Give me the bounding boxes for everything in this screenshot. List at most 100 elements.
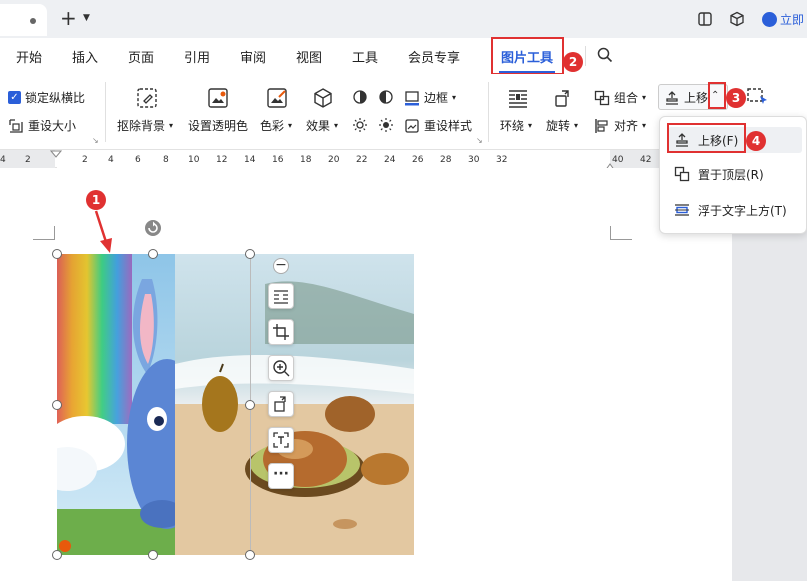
annotation-box-bring-forward xyxy=(667,123,746,153)
resize-icon xyxy=(9,118,23,133)
contrast-reduce-icon[interactable] xyxy=(378,89,394,105)
resize-handle[interactable] xyxy=(245,400,255,410)
chevron-down-icon: ▾ xyxy=(452,93,457,102)
color-icon[interactable] xyxy=(266,87,288,109)
resize-handle[interactable] xyxy=(52,249,62,259)
group-button[interactable]: 组合 ▾ xyxy=(594,89,646,106)
set-transparent-button[interactable]: 设置透明色 xyxy=(188,117,248,134)
ruler-number: 28 xyxy=(440,155,452,165)
color-label: 色彩 xyxy=(260,119,285,133)
bring-forward-button[interactable]: 上移 xyxy=(664,89,708,106)
chevron-down-icon: ▾ xyxy=(288,121,293,130)
menu-item-label: 置于顶层(R) xyxy=(698,167,764,182)
effect-cube-icon[interactable] xyxy=(312,87,334,109)
lock-aspect-checkbox[interactable]: ✓ 锁定纵横比 xyxy=(8,89,85,106)
crop-icon xyxy=(273,324,289,340)
contrast-icon[interactable] xyxy=(352,89,368,105)
search-icon[interactable] xyxy=(597,47,613,63)
ruler-number: 10 xyxy=(188,155,200,165)
tab-home[interactable]: 开始 xyxy=(16,47,42,66)
ruler-number: 6 xyxy=(135,155,141,165)
rotate-image-button[interactable] xyxy=(268,391,294,417)
ruler-number: 2 xyxy=(25,155,31,165)
wrap-label: 环绕 xyxy=(500,119,525,133)
tab-references[interactable]: 引用 xyxy=(184,47,210,66)
resize-handle[interactable] xyxy=(52,400,62,410)
annotation-box-dropdown-arrow xyxy=(708,82,726,109)
align-button[interactable]: 对齐 ▾ xyxy=(594,117,646,134)
tab-insert[interactable]: 插入 xyxy=(72,47,98,66)
tab-review[interactable]: 审阅 xyxy=(240,47,266,66)
resize-handle[interactable] xyxy=(52,550,62,560)
effect-button[interactable]: 效果 ▾ xyxy=(306,117,338,134)
more-options-icon[interactable]: ··· xyxy=(268,463,294,489)
rotate-handle-icon[interactable] xyxy=(144,219,162,237)
reset-size-button[interactable]: 重设大小 xyxy=(8,117,76,134)
wrap-text-icon[interactable] xyxy=(507,87,529,109)
color-button[interactable]: 色彩 ▾ xyxy=(260,117,292,134)
set-transparent-icon[interactable] xyxy=(207,87,229,109)
zoom-button[interactable] xyxy=(268,355,294,381)
ruler-number: 2 xyxy=(82,155,88,165)
annotation-badge-1: 1 xyxy=(86,190,106,210)
brightness-down-icon[interactable] xyxy=(378,117,394,133)
remove-background-icon[interactable] xyxy=(136,87,158,109)
rotate-icon[interactable] xyxy=(552,87,574,109)
chevron-down-icon[interactable]: ▼ xyxy=(83,13,90,23)
wrap-button[interactable]: 环绕 ▾ xyxy=(500,117,532,134)
remove-background-label: 抠除背景 xyxy=(117,119,166,133)
ruler-number: 32 xyxy=(496,155,508,165)
beach-avocado-picture[interactable] xyxy=(175,254,414,555)
group-icon xyxy=(594,90,610,105)
checkbox-checked-icon: ✓ xyxy=(8,91,21,104)
extract-text-icon xyxy=(273,432,289,448)
group-expand-icon[interactable]: ↘ xyxy=(476,136,483,145)
lock-aspect-label: 锁定纵横比 xyxy=(25,91,86,105)
annotation-box-picture-tools xyxy=(491,37,564,75)
resize-handle[interactable] xyxy=(245,249,255,259)
annotation-badge-4: 4 xyxy=(746,131,766,151)
cube-icon[interactable] xyxy=(729,11,745,27)
chevron-down-icon: ▾ xyxy=(169,121,174,130)
border-button[interactable]: 边框 ▾ xyxy=(404,89,456,106)
brightness-up-icon[interactable] xyxy=(352,117,368,133)
layout-options-button[interactable] xyxy=(268,283,294,309)
tab-page[interactable]: 页面 xyxy=(128,47,154,66)
remove-background-button[interactable]: 抠除背景 ▾ xyxy=(117,117,173,134)
resize-handle[interactable] xyxy=(148,249,158,259)
ruler-number: 20 xyxy=(328,155,340,165)
tab-tools[interactable]: 工具 xyxy=(352,47,378,66)
menu-item-bring-to-front[interactable]: 置于顶层(R) xyxy=(668,161,802,187)
reset-size-label: 重设大小 xyxy=(28,119,77,133)
rabbit-picture[interactable] xyxy=(57,254,175,555)
align-label: 对齐 xyxy=(614,119,639,133)
tab-member[interactable]: 会员专享 xyxy=(408,47,460,66)
sidebar-toggle-icon[interactable] xyxy=(697,11,713,27)
menu-item-in-front-of-text[interactable]: 浮于文字上方(T) xyxy=(668,197,802,223)
ruler-number: 16 xyxy=(272,155,284,165)
title-bar: + ▼ 立即 xyxy=(0,0,807,38)
ruler-number: 24 xyxy=(384,155,396,165)
resize-handle[interactable] xyxy=(245,550,255,560)
margin-corner-mark xyxy=(610,226,632,240)
crop-button[interactable] xyxy=(268,319,294,345)
menu-bar: 开始 插入 页面 引用 审阅 视图 工具 会员专享 图片工具 xyxy=(0,38,807,74)
extract-text-button[interactable] xyxy=(268,427,294,453)
selection-pane-icon[interactable] xyxy=(746,86,770,108)
ruler-number: 30 xyxy=(468,155,480,165)
login-label: 立即 xyxy=(780,13,805,27)
ruler-number: 18 xyxy=(300,155,312,165)
document-tab[interactable] xyxy=(0,4,47,36)
ruler-number: 14 xyxy=(244,155,256,165)
reset-style-button[interactable]: 重设样式 xyxy=(404,117,472,134)
collapse-toolbar-icon[interactable]: − xyxy=(273,258,289,274)
menu-divider xyxy=(585,46,586,66)
login-button[interactable]: 立即 xyxy=(762,11,804,28)
annotation-arrow-icon xyxy=(94,210,112,253)
group-label: 组合 xyxy=(614,91,639,105)
new-tab-plus-icon[interactable]: + xyxy=(60,8,77,28)
group-expand-icon[interactable]: ↘ xyxy=(92,136,99,145)
tab-view[interactable]: 视图 xyxy=(296,47,322,66)
rotate-button[interactable]: 旋转 ▾ xyxy=(546,117,578,134)
resize-handle[interactable] xyxy=(148,550,158,560)
